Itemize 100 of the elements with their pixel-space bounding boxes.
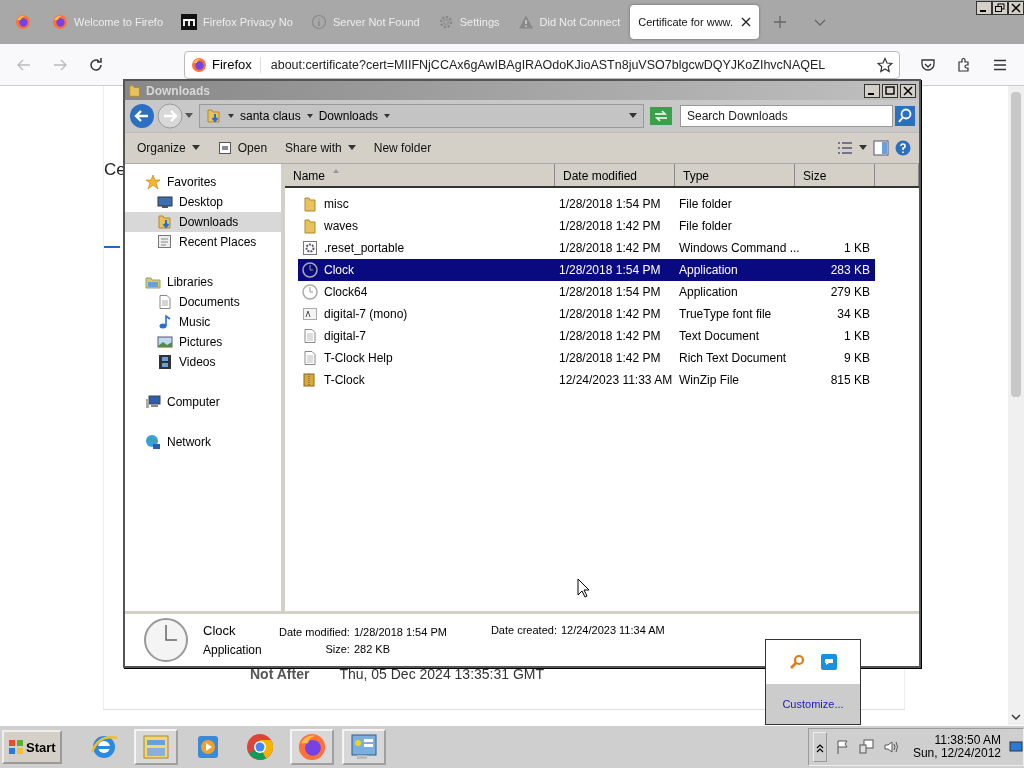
- scrollbar[interactable]: [1008, 86, 1024, 725]
- file-row[interactable]: digital-7 1/28/2018 1:42 PM Text Document 1 KB: [298, 325, 875, 347]
- maximize-icon[interactable]: [882, 83, 898, 98]
- nav-item[interactable]: Network: [125, 432, 281, 452]
- speaker-icon[interactable]: [882, 739, 899, 755]
- puzzle-icon[interactable]: [956, 56, 972, 73]
- taskbar-button[interactable]: [289, 729, 334, 765]
- caret-icon: [191, 145, 200, 151]
- taskbar-button[interactable]: [341, 729, 386, 765]
- nav-item[interactable]: Documents: [125, 292, 281, 312]
- nav-item[interactable]: Pictures: [125, 332, 281, 352]
- column-header[interactable]: Name: [285, 164, 555, 186]
- close-icon[interactable]: [900, 83, 916, 98]
- file-row[interactable]: T-Clock 12/24/2023 11:33 AM WinZip File 815 KB: [298, 369, 875, 391]
- network-icon[interactable]: [858, 739, 875, 755]
- toolbar-button[interactable]: Open: [211, 137, 274, 159]
- file-row[interactable]: misc 1/28/2018 1:54 PM File folder: [298, 193, 875, 215]
- pocket-icon[interactable]: [920, 56, 936, 73]
- star-icon[interactable]: [877, 56, 893, 73]
- preview-pane-icon[interactable]: [873, 140, 889, 156]
- settings-icon: [437, 14, 454, 30]
- scrollbar-thumb[interactable]: [1011, 92, 1021, 397]
- chat-bubble-icon[interactable]: [821, 654, 837, 670]
- file-row[interactable]: T-Clock Help 1/28/2018 1:42 PM Rich Text Document 9 KB: [298, 347, 875, 369]
- font-file-icon: [302, 306, 318, 322]
- view-list-icon[interactable]: [837, 141, 853, 155]
- reload-icon[interactable]: [88, 56, 104, 73]
- file-name: Clock: [324, 263, 354, 277]
- breadcrumb[interactable]: Downloads: [318, 109, 379, 123]
- computer-icon: [145, 394, 161, 410]
- chrome-icon: [244, 732, 275, 762]
- minimize-icon[interactable]: [976, 1, 992, 15]
- toolbar-button[interactable]: Organize: [131, 137, 206, 159]
- window-title: Downloads: [146, 83, 210, 98]
- file-row[interactable]: digital-7 (mono) 1/28/2018 1:42 PM TrueType font file 34 KB: [298, 303, 875, 325]
- caret-icon[interactable]: [185, 113, 193, 119]
- document-icon: [157, 294, 173, 310]
- file-name: waves: [324, 219, 358, 233]
- nav-item[interactable]: Music: [125, 312, 281, 332]
- address-bar[interactable]: Firefox about:certificate?cert=MIIFNjCCAx6gAwIBAgIRAOdoKJioASTn8juVSO7blgcwDQYJKoZIhvcNAQEL: [184, 50, 900, 79]
- file-row[interactable]: .reset_portable 1/28/2018 1:42 PM Windows Command ... 1 KB: [298, 237, 875, 259]
- address-field[interactable]: santa claus Downloads: [199, 104, 644, 128]
- file-row[interactable]: Clock64 1/28/2018 1:54 PM Application 279 KB: [298, 281, 875, 303]
- caret-icon: [347, 145, 356, 151]
- column-header[interactable]: Date modified: [555, 164, 675, 186]
- table-cell-text: 1/28/2018 1:42 PM: [558, 241, 662, 255]
- caret-icon[interactable]: [228, 113, 234, 119]
- customize-link[interactable]: Customize...: [782, 698, 844, 710]
- table-cell-text: 1/28/2018 1:42 PM: [558, 351, 662, 365]
- toolbar-button[interactable]: New folder: [367, 137, 438, 159]
- browser-tab[interactable]: Certificate for www.: [630, 5, 759, 39]
- table-cell-text: Rich Text Document: [678, 351, 788, 365]
- firefox-icon: [52, 14, 68, 30]
- nav-item[interactable]: Desktop: [125, 192, 281, 212]
- minimize-icon[interactable]: [864, 83, 880, 98]
- nav-item[interactable]: Videos: [125, 352, 281, 372]
- identity-button[interactable]: Firefox: [191, 56, 261, 73]
- table-cell-text: 1/28/2018 1:54 PM: [558, 197, 662, 211]
- column-header[interactable]: Type: [675, 164, 795, 186]
- nav-item[interactable]: Computer: [125, 392, 281, 412]
- table-cell-text: 1/28/2018 1:42 PM: [558, 329, 662, 343]
- tab-underline: [104, 246, 120, 248]
- search-icon[interactable]: [895, 106, 915, 126]
- table-cell-text: 815 KB: [829, 373, 871, 387]
- caret-icon[interactable]: [306, 113, 313, 119]
- nav-item[interactable]: Recent Places: [125, 232, 281, 252]
- start-button[interactable]: Start: [2, 730, 62, 764]
- file-row[interactable]: waves 1/28/2018 1:42 PM File folder: [298, 215, 875, 237]
- search-field[interactable]: Search Downloads: [680, 105, 893, 127]
- caret-icon[interactable]: [629, 113, 637, 119]
- nav-item[interactable]: Downloads: [125, 212, 281, 232]
- help-icon[interactable]: [895, 140, 911, 156]
- firefox-icon: [296, 732, 327, 762]
- download-folder-icon: [206, 108, 222, 124]
- show-desktop-icon[interactable]: [1009, 740, 1023, 754]
- file-row[interactable]: Clock 1/28/2018 1:54 PM Application 283 KB: [298, 259, 875, 281]
- file-name: T-Clock Help: [324, 351, 393, 365]
- nav-item[interactable]: Favorites: [125, 172, 281, 192]
- window-icon: [217, 141, 232, 155]
- clock-text[interactable]: 11:38:50 AM Sun, 12/24/2012: [912, 734, 1001, 760]
- chevron-up-icon[interactable]: [812, 732, 827, 762]
- column-header[interactable]: Size: [795, 164, 875, 186]
- caret-icon[interactable]: [859, 145, 867, 151]
- refresh-icon[interactable]: [650, 107, 672, 125]
- caret-icon[interactable]: [384, 113, 391, 119]
- field-value: 12/24/2023 11:34 AM: [560, 624, 665, 636]
- field-value: 282 KB: [353, 642, 392, 655]
- close-icon[interactable]: [1008, 1, 1024, 15]
- flag-icon[interactable]: [834, 739, 851, 755]
- table-cell-text: 1/28/2018 1:54 PM: [558, 263, 662, 277]
- restore-icon[interactable]: [992, 1, 1008, 15]
- picture-icon: [157, 334, 173, 350]
- toolbar-button[interactable]: Share with: [279, 137, 362, 159]
- breadcrumb[interactable]: santa claus: [240, 109, 301, 123]
- scroll-down-icon[interactable]: [1011, 713, 1021, 721]
- url-text: about:certificate?cert=MIIFNjCCAx6gAwIBAgIRAOdoKJioASTn8juVSO7blgcwDQYJKoZIhvcNAQEL: [270, 57, 827, 72]
- magnifier-icon[interactable]: [789, 654, 805, 670]
- nav-item[interactable]: Libraries: [125, 272, 281, 292]
- close-icon[interactable]: [740, 17, 751, 27]
- table-cell-text: 279 KB: [829, 285, 871, 299]
